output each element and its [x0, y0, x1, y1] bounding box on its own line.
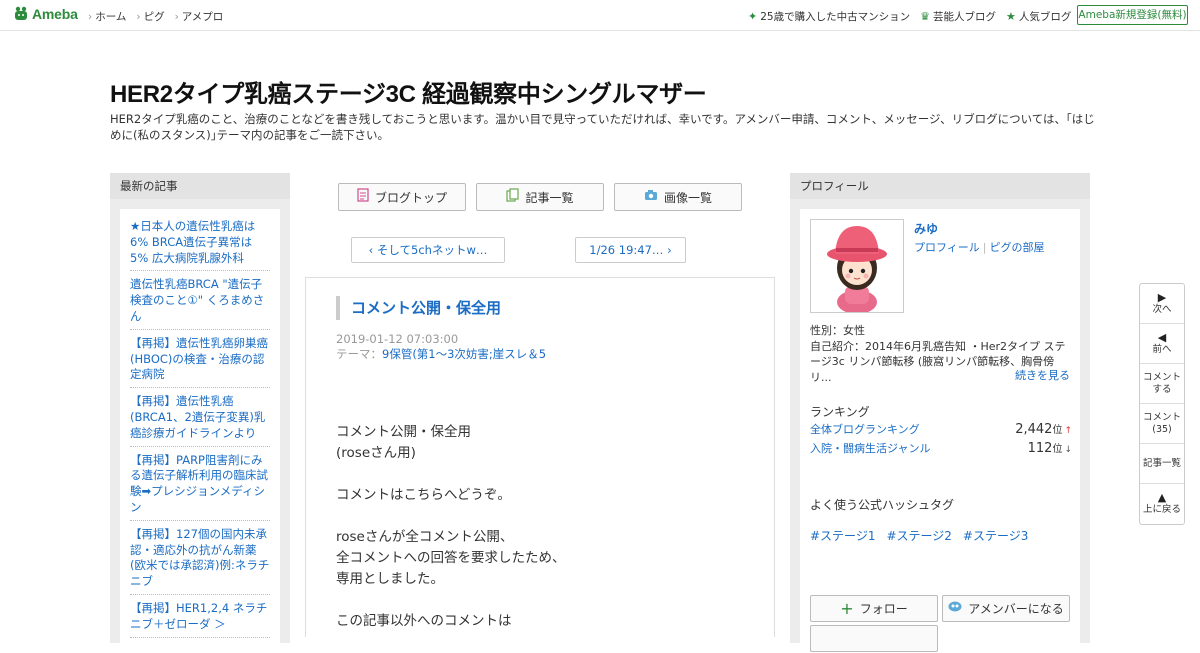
profile-links: プロフィール | ピグの部屋 [914, 239, 1045, 255]
entry-theme-link[interactable]: 9保管(第1～3次妨害;崖スレ＆5 [382, 347, 546, 361]
avatar[interactable] [810, 219, 904, 313]
next-button[interactable]: ▶ 次へ [1140, 284, 1184, 324]
entry-meta: 2019-01-12 07:03:00 テーマ：9保管(第1～3次妨害;崖スレ＆… [336, 332, 546, 362]
ranking-overall-link[interactable]: 全体ブログランキング [810, 421, 920, 437]
chevron-left-icon: ‹ [368, 243, 377, 257]
logo-text: Ameba [32, 6, 78, 22]
next-entry-link[interactable]: 1/26 19:47… › [575, 237, 686, 263]
header-link-popular[interactable]: ★ 人気ブログ [1006, 9, 1071, 24]
entry-paragraph: コメントはこちらへどうぞ。 [336, 487, 511, 503]
sparkle-icon: ✦ [748, 10, 758, 23]
blog-nav-buttons: ブログトップ 記事一覧 画像一覧 [338, 183, 742, 211]
recent-entry-link[interactable]: 【再掲】遺伝性乳癌(BRCA1、2遺伝子変異)乳癌診療ガイドラインより [130, 392, 270, 447]
ameba-icon [15, 6, 27, 20]
recent-entries-heading: 最新の記事 [110, 173, 290, 199]
recent-entry-link[interactable]: 【再掲】HER1,2,4 ネラチニブ＋ゼローダ ＞ [130, 599, 270, 638]
prev-entry-link[interactable]: ‹ そして5chネットw… [351, 237, 505, 263]
triangle-left-icon: ◀ [1157, 330, 1167, 344]
recent-entry-link[interactable]: ★日本人の遺伝性乳癌は6% BRCA遺伝子異常は5% 広大病院乳腺外科 [130, 217, 270, 272]
recent-entries-list: ★日本人の遺伝性乳癌は6% BRCA遺伝子異常は5% 広大病院乳腺外科 遺伝性乳… [120, 209, 280, 649]
arrow-up-icon: ↑ [1064, 426, 1072, 436]
chevron-right-icon: › [663, 243, 672, 257]
blog-title[interactable]: HER2タイプ乳癌ステージ3C 経過観察中シングルマザー [110, 74, 707, 109]
ranking-row: 入院・闘病生活ジャンル 112位 ↓ [810, 440, 1072, 456]
entry-list-button[interactable]: 記事一覧 [476, 183, 604, 211]
entry-article: コメント公開・保全用 2019-01-12 07:03:00 テーマ：9保管(第… [305, 277, 775, 637]
floating-nav: ▶ 次へ ◀ 前へ コメントする コメント(35) 記事一覧 ▲ 上に戻る [1139, 283, 1185, 525]
plus-icon: + [840, 598, 854, 618]
header-link-celebrity[interactable]: ♛ 芸能人ブログ [920, 9, 996, 24]
header-link-mansion[interactable]: ✦ 25歳で購入した中古マンション [748, 9, 910, 24]
entry-title[interactable]: コメント公開・保全用 [336, 296, 501, 320]
triangle-up-icon: ▲ [1157, 491, 1167, 504]
comment-button[interactable]: コメントする [1140, 364, 1184, 404]
recent-entry-link[interactable]: 【再掲】PARP阻害剤にみる遺伝子解析利用の臨床試験➡プレシジョンメディシン [130, 451, 270, 521]
nav-pigg[interactable]: ピグ [136, 9, 165, 24]
profile-name[interactable]: みゆ [914, 220, 938, 237]
hashtag-link[interactable]: #ステージ1 [810, 527, 875, 544]
recent-entries-panel: 最新の記事 ★日本人の遺伝性乳癌は6% BRCA遺伝子異常は5% 広大病院乳腺外… [110, 173, 290, 649]
ranking-value: 112位 ↓ [1027, 441, 1072, 456]
entry-theme: テーマ：9保管(第1～3次妨害;崖スレ＆5 [336, 347, 547, 361]
hashtag-link[interactable]: #ステージ2 [886, 527, 951, 544]
triangle-right-icon: ▶ [1157, 290, 1167, 304]
follow-actions: + フォロー アメンバーになる [810, 595, 1070, 622]
profile-link[interactable]: プロフィール [914, 241, 980, 254]
more-profile-button[interactable] [810, 625, 938, 652]
entry-list-nav-button[interactable]: 記事一覧 [1140, 444, 1184, 484]
ranking-value: 2,442位 ↑ [1015, 422, 1072, 437]
ranking-heading: ランキング [810, 405, 870, 419]
recent-entry-link[interactable]: 遺伝性乳癌BRCA "遺伝子検査のこと①" くろまめさん [130, 275, 270, 330]
crown-icon: ♛ [920, 10, 930, 23]
comment-count-button[interactable]: コメント(35) [1140, 404, 1184, 444]
entry-paragraph: コメント公開・保全用 (roseさん用) [336, 424, 471, 461]
profile-gender: 性別：女性 [810, 324, 865, 337]
amember-icon [948, 601, 962, 616]
list-icon [506, 188, 520, 206]
hashtag-heading: よく使う公式ハッシュタグ [810, 498, 955, 512]
nav-home[interactable]: ホーム [88, 9, 126, 24]
recent-entry-link[interactable]: 【再掲】遺伝性乳癌卵巣癌(HBOC)の検査・治療の認定病院 [130, 334, 270, 389]
camera-icon [644, 189, 658, 205]
register-button[interactable]: Ameba新規登録(無料) [1077, 5, 1188, 25]
back-to-top-button[interactable]: ▲ 上に戻る [1140, 484, 1184, 524]
entry-date: 2019-01-12 07:03:00 [336, 332, 459, 346]
entry-body: コメント公開・保全用 (roseさん用) コメントはこちらへどうぞ。 roseさ… [336, 422, 566, 653]
image-list-button[interactable]: 画像一覧 [614, 183, 742, 211]
ameba-logo[interactable]: Ameba [14, 6, 78, 22]
header-links: ✦ 25歳で購入した中古マンション ♛ 芸能人ブログ ★ 人気ブログ [748, 9, 1071, 24]
document-icon [357, 188, 369, 206]
hashtag-list: #ステージ1 #ステージ2 #ステージ3 [810, 527, 1028, 544]
follow-button[interactable]: + フォロー [810, 595, 938, 622]
pigg-room-link[interactable]: ピグの部屋 [990, 241, 1045, 254]
ranking-row: 全体ブログランキング 2,442位 ↑ [810, 421, 1072, 437]
nav-amepro[interactable]: アメプロ [175, 9, 223, 24]
recent-entry-link[interactable]: 【再掲】127個の国内未承認・適応外の抗がん新薬(欧米では承認済)例:ネラチニブ [130, 525, 270, 595]
entry-paragraph: roseさんが全コメント公開、 全コメントへの回答を要求したため、 専用としまし… [336, 529, 566, 587]
global-nav: ホーム ピグ アメプロ [88, 9, 223, 24]
star-icon: ★ [1005, 10, 1016, 23]
entry-paragraph: この記事以外へのコメントは [336, 613, 512, 629]
blog-top-button[interactable]: ブログトップ [338, 183, 466, 211]
read-more-link[interactable]: 続きを見る [1015, 367, 1070, 383]
ranking-genre-link[interactable]: 入院・闘病生活ジャンル [810, 440, 930, 456]
profile-heading: プロフィール [790, 173, 1090, 199]
separator: | [982, 241, 987, 254]
hashtag-link[interactable]: #ステージ3 [963, 527, 1028, 544]
blog-description: HER2タイプ乳癌のこと、治療のことなどを書き残しておこうと思います。温かい目で… [110, 112, 1095, 142]
prev-button[interactable]: ◀ 前へ [1140, 324, 1184, 364]
arrow-down-icon: ↓ [1064, 445, 1072, 455]
amember-button[interactable]: アメンバーになる [942, 595, 1070, 622]
profile-panel: プロフィール みゆ プロフィール | ピグの部屋 性別：女性 自己紹介：2014… [790, 173, 1090, 652]
profile-content: みゆ プロフィール | ピグの部屋 性別：女性 自己紹介：2014年6月乳癌告知 ・… [800, 209, 1080, 652]
global-header: Ameba ホーム ピグ アメプロ ✦25歳で購入した中古マンション ♛芸能人ブ… [0, 0, 1200, 31]
